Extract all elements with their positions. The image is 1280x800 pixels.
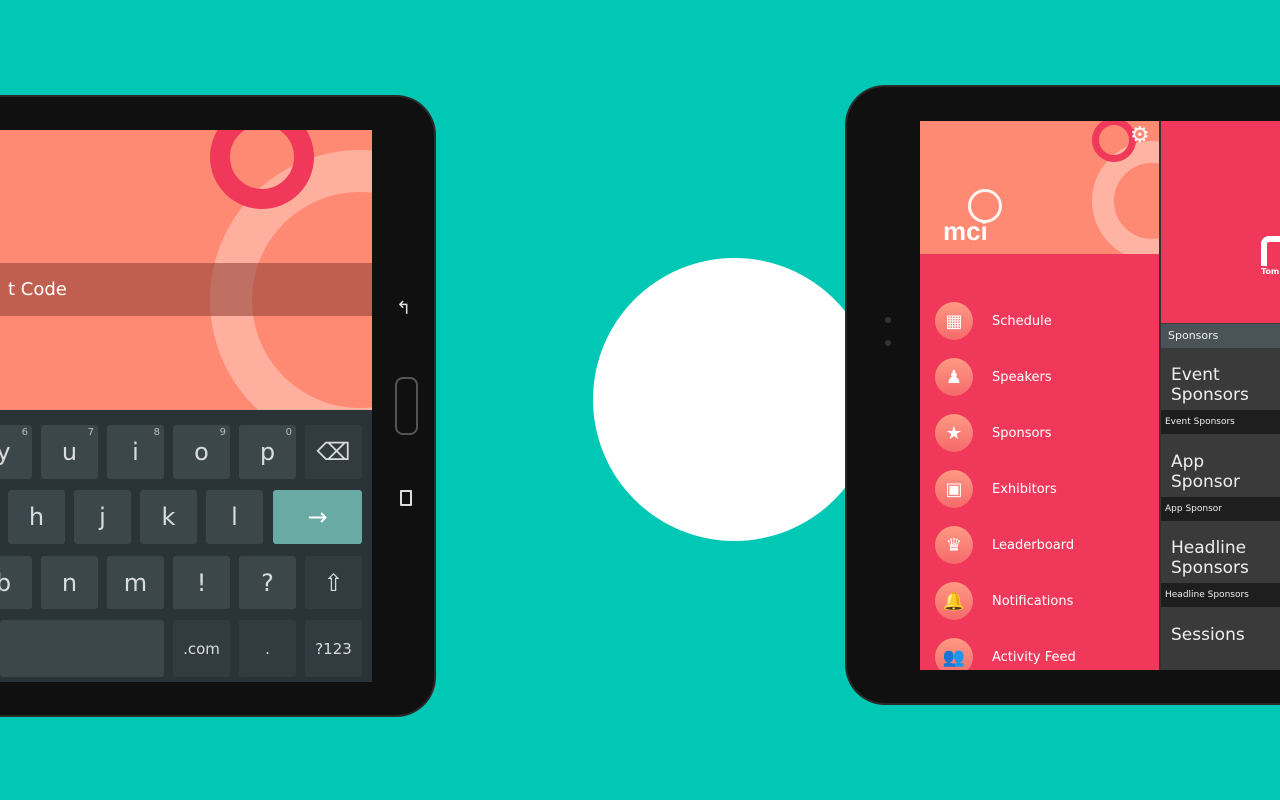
recent-apps-icon[interactable] bbox=[400, 490, 412, 506]
sponsor-tile[interactable]: Event Sponsors bbox=[1171, 365, 1276, 405]
key-label: ? bbox=[261, 568, 274, 597]
key-label: l bbox=[231, 503, 238, 531]
people-icon: 👥 bbox=[935, 638, 973, 670]
trophy-icon: ♛ bbox=[935, 526, 973, 564]
sponsor-tile[interactable]: App Sponsor bbox=[1171, 452, 1276, 492]
back-icon[interactable]: ↰ bbox=[396, 298, 411, 319]
key-label: . bbox=[265, 639, 270, 658]
sidebar-header: ⚙ mci bbox=[920, 121, 1159, 254]
menu-item-label: Schedule bbox=[992, 313, 1052, 329]
speaker-podium-icon: ♟ bbox=[935, 358, 973, 396]
key[interactable]: m bbox=[107, 556, 164, 609]
gear-icon[interactable]: ⚙ bbox=[1130, 123, 1150, 148]
menu-item-label: Exhibitors bbox=[992, 481, 1057, 497]
booth-icon: ▣ bbox=[935, 470, 973, 508]
key-label: o bbox=[194, 438, 209, 466]
menu-item-label: Speakers bbox=[992, 369, 1052, 385]
menu-item-label: Notifications bbox=[992, 593, 1074, 609]
key-label: n bbox=[61, 568, 78, 597]
tile-label: App Sponsor bbox=[1161, 497, 1280, 521]
login-header: t Code bbox=[0, 130, 372, 410]
event-code-input[interactable]: t Code bbox=[0, 263, 372, 316]
key-label: ! bbox=[196, 568, 207, 597]
key-label: k bbox=[161, 503, 176, 531]
key[interactable]: h bbox=[8, 490, 65, 544]
key-hint: 9 bbox=[219, 427, 226, 438]
key[interactable]: l bbox=[206, 490, 263, 544]
sidebar: ⚙ mci ▦ Schedule ♟ Speakers ★ Sponsors ▣ Exhibi… bbox=[920, 121, 1159, 670]
backspace-key[interactable]: ⌫ bbox=[305, 425, 362, 479]
menu-item-notifications[interactable]: 🔔 Notifications bbox=[935, 581, 1073, 621]
star-icon: ★ bbox=[935, 414, 973, 452]
key-label: y bbox=[0, 438, 11, 466]
key[interactable]: n bbox=[41, 556, 98, 609]
menu-item-exhibitors[interactable]: ▣ Exhibitors bbox=[935, 469, 1057, 509]
left-screen: t Code y 6 u 7 i 8 o 9 p 0 ⌫ h j k l → b n m!? ⇧ .com. ?123 bbox=[0, 130, 372, 682]
menu-item-sponsors[interactable]: ★ Sponsors bbox=[935, 413, 1052, 453]
sensor bbox=[885, 340, 891, 346]
main-content: Tom Sponsors Event Sponsors Event Sponsor… bbox=[1161, 121, 1280, 670]
calendar-icon: ▦ bbox=[935, 302, 973, 340]
key-label: .com bbox=[183, 639, 220, 658]
menu-item-speakers[interactable]: ♟ Speakers bbox=[935, 357, 1052, 397]
key-label: ⌫ bbox=[316, 438, 351, 466]
key-label: u bbox=[61, 438, 78, 466]
key[interactable]: u7 bbox=[41, 425, 98, 479]
brand-logo bbox=[1261, 236, 1280, 266]
key[interactable]: ? bbox=[239, 556, 296, 609]
key-label: ?123 bbox=[315, 639, 352, 658]
key-label: h bbox=[28, 503, 45, 531]
mci-logo: mci bbox=[943, 216, 988, 246]
camera bbox=[885, 317, 891, 323]
key-label: ⇧ bbox=[323, 568, 344, 597]
key[interactable]: ?123 bbox=[305, 620, 362, 677]
menu-item-schedule[interactable]: ▦ Schedule bbox=[935, 301, 1052, 341]
sponsor-tile[interactable]: Sessions bbox=[1171, 625, 1276, 645]
white-circle bbox=[593, 258, 876, 541]
key-label: i bbox=[132, 438, 139, 466]
right-screen: ⚙ mci ▦ Schedule ♟ Speakers ★ Sponsors ▣ Exhibi… bbox=[920, 121, 1280, 670]
key-label: j bbox=[99, 503, 106, 531]
menu-item-label: Leaderboard bbox=[992, 537, 1075, 553]
key-label: p bbox=[259, 438, 276, 466]
key[interactable]: y6 bbox=[0, 425, 32, 479]
tile-label: Event Sponsors bbox=[1161, 410, 1280, 434]
menu-item-label: Sponsors bbox=[992, 425, 1052, 441]
menu-item-label: Activity Feed bbox=[992, 649, 1076, 665]
enter-key[interactable]: → bbox=[273, 490, 362, 544]
key-hint: 0 bbox=[285, 427, 292, 438]
sponsor-tile[interactable]: Headline Sponsors bbox=[1171, 538, 1276, 578]
key[interactable]: k bbox=[140, 490, 197, 544]
key-label: m bbox=[123, 568, 148, 597]
key[interactable]: o9 bbox=[173, 425, 230, 479]
key[interactable]: p0 bbox=[239, 425, 296, 479]
home-button[interactable] bbox=[395, 377, 418, 435]
menu-item-activity-feed[interactable]: 👥 Activity Feed bbox=[935, 637, 1076, 670]
shift-key[interactable]: ⇧ bbox=[305, 556, 362, 609]
key[interactable]: i8 bbox=[107, 425, 164, 479]
key[interactable]: .com bbox=[173, 620, 230, 677]
key-label: b bbox=[0, 568, 12, 597]
key-label: → bbox=[307, 503, 328, 531]
section-title: Sponsors bbox=[1161, 324, 1280, 348]
key[interactable]: ! bbox=[173, 556, 230, 609]
brand-banner: Tom bbox=[1161, 121, 1280, 323]
bell-icon: 🔔 bbox=[935, 582, 973, 620]
brand-text: Tom bbox=[1261, 267, 1280, 276]
key-hint: 8 bbox=[153, 427, 160, 438]
key[interactable]: . bbox=[239, 620, 296, 677]
key[interactable]: j bbox=[74, 490, 131, 544]
key-hint: 6 bbox=[21, 427, 28, 438]
key-hint: 7 bbox=[87, 427, 94, 438]
tile-label: Headline Sponsors bbox=[1161, 583, 1280, 607]
space-key[interactable] bbox=[0, 620, 164, 677]
menu-item-leaderboard[interactable]: ♛ Leaderboard bbox=[935, 525, 1074, 565]
key[interactable]: b bbox=[0, 556, 32, 609]
